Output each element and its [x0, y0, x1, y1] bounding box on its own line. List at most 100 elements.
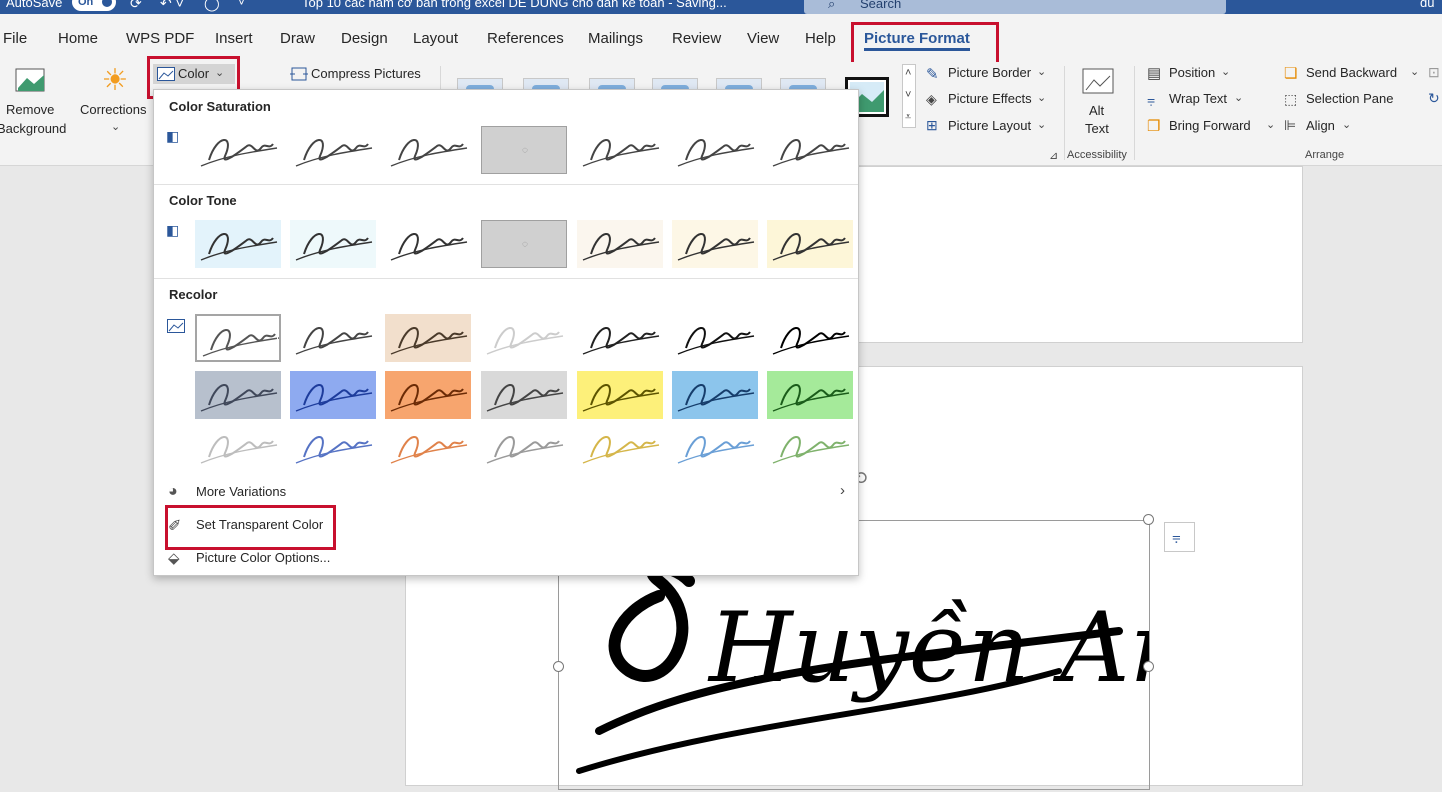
selection-pane-button[interactable]: Selection Pane [1306, 91, 1393, 106]
undo-icon[interactable]: ↶ ˅ [160, 0, 184, 12]
tab-layout[interactable]: Layout [413, 30, 458, 47]
tone-swatch[interactable] [767, 220, 853, 268]
bring-forward-button[interactable]: Bring Forward [1169, 118, 1251, 133]
picture-effects-button[interactable]: Picture Effects [948, 91, 1032, 106]
saturation-swatch[interactable] [767, 126, 853, 174]
resize-handle-right[interactable] [1143, 661, 1154, 672]
recolor-swatch[interactable] [672, 314, 758, 362]
tone-swatch[interactable] [385, 220, 471, 268]
tab-file[interactable]: File [3, 30, 27, 47]
compress-pictures-icon [290, 66, 308, 82]
color-saturation-title: Color Saturation [169, 99, 271, 114]
wrap-text-button[interactable]: Wrap Text [1169, 91, 1227, 106]
tab-insert[interactable]: Insert [215, 30, 253, 47]
corrections-icon[interactable]: ☀ [98, 64, 132, 98]
layout-options-button[interactable]: ⩦ [1164, 522, 1195, 552]
more-styles-icon[interactable]: ⩡ [905, 111, 911, 124]
alt-text-label-2[interactable]: Text [1085, 121, 1109, 136]
saturation-swatch[interactable]: ◌ [481, 126, 567, 174]
position-chevron-icon[interactable]: ⌄ [1221, 65, 1230, 78]
tone-swatch[interactable] [195, 220, 281, 268]
picture-layout-chevron-icon[interactable]: ⌄ [1037, 118, 1046, 131]
alt-text-label-1[interactable]: Alt [1089, 103, 1104, 118]
recolor-swatch[interactable] [195, 371, 281, 419]
remove-background-button[interactable] [14, 66, 48, 96]
tab-wps-pdf[interactable]: WPS PDF [126, 30, 194, 47]
recolor-swatch[interactable] [672, 371, 758, 419]
picture-color-options-label: Picture Color Options... [196, 550, 331, 565]
picture-border-chevron-icon[interactable]: ⌄ [1037, 65, 1046, 78]
bring-forward-chevron-icon[interactable]: ⌄ [1266, 118, 1275, 131]
wrap-text-chevron-icon[interactable]: ⌄ [1234, 91, 1243, 104]
dialog-launcher-icon[interactable]: ⊿ [1049, 149, 1058, 162]
recolor-swatch[interactable] [385, 423, 471, 471]
recolor-swatch[interactable] [290, 371, 376, 419]
recolor-swatch[interactable] [385, 314, 471, 362]
recolor-swatch[interactable] [577, 371, 663, 419]
recolor-swatch[interactable] [767, 314, 853, 362]
saturation-swatch[interactable] [577, 126, 663, 174]
recolor-swatch[interactable] [195, 314, 281, 362]
tab-design[interactable]: Design [341, 30, 388, 47]
saturation-swatch[interactable] [385, 126, 471, 174]
tab-draw[interactable]: Draw [280, 30, 315, 47]
recolor-swatch[interactable] [290, 314, 376, 362]
tone-swatch[interactable] [577, 220, 663, 268]
customize-qat-icon[interactable]: ˅ [238, 0, 245, 9]
recolor-swatch[interactable] [481, 371, 567, 419]
saturation-swatch[interactable] [672, 126, 758, 174]
picture-color-options-item[interactable]: ⬙ Picture Color Options... [168, 545, 848, 571]
picture-styles-scroll[interactable]: ˄ ˅ ⩡ [902, 64, 916, 128]
picture-border-button[interactable]: Picture Border [948, 65, 1031, 80]
position-button[interactable]: Position [1169, 65, 1215, 80]
alt-text-icon[interactable] [1082, 68, 1114, 98]
corrections-button[interactable]: Corrections [80, 102, 146, 117]
send-backward-button[interactable]: Send Backward [1306, 65, 1397, 80]
align-button[interactable]: Align [1306, 118, 1335, 133]
autosave-toggle[interactable]: On [72, 0, 116, 11]
recolor-swatch[interactable] [672, 423, 758, 471]
picture-effects-chevron-icon[interactable]: ⌄ [1037, 91, 1046, 104]
tab-review[interactable]: Review [672, 30, 721, 47]
user-name[interactable]: du [1420, 0, 1434, 10]
recolor-swatch[interactable] [577, 314, 663, 362]
resize-handle-left[interactable] [553, 661, 564, 672]
tone-swatch[interactable] [290, 220, 376, 268]
saturation-icon: ◧ [166, 128, 180, 144]
recolor-swatch[interactable] [767, 423, 853, 471]
send-backward-chevron-icon[interactable]: ⌄ [1410, 65, 1419, 78]
group-icon[interactable]: ⊡ [1428, 64, 1440, 81]
tab-view[interactable]: View [747, 30, 779, 47]
tab-help[interactable]: Help [805, 30, 836, 47]
saturation-swatch[interactable] [195, 126, 281, 174]
recolor-swatch[interactable] [767, 371, 853, 419]
tab-home[interactable]: Home [58, 30, 98, 47]
tab-mailings[interactable]: Mailings [588, 30, 643, 47]
recolor-swatch[interactable] [290, 423, 376, 471]
tone-swatch[interactable]: ◌ [481, 220, 567, 268]
picture-layout-button[interactable]: Picture Layout [948, 118, 1031, 133]
paint-bucket-icon: ⬙ [168, 550, 180, 567]
corrections-chevron-icon[interactable]: ⌄ [111, 120, 120, 133]
recolor-swatch[interactable] [481, 314, 567, 362]
scroll-up-icon[interactable]: ˄ [905, 67, 911, 79]
recolor-swatch[interactable] [577, 423, 663, 471]
redo-icon[interactable]: ◯ [204, 0, 220, 12]
search-box[interactable]: ⌕ Search [804, 0, 1226, 14]
recolor-swatch[interactable] [385, 371, 471, 419]
tab-references[interactable]: References [487, 30, 564, 47]
align-chevron-icon[interactable]: ⌄ [1342, 118, 1351, 131]
resize-handle-top-right[interactable] [1143, 514, 1154, 525]
selection-pane-icon: ⬚ [1284, 91, 1298, 107]
scroll-down-icon[interactable]: ˅ [905, 89, 911, 101]
save-icon[interactable]: ⟳ [130, 0, 142, 12]
rotate-icon[interactable]: ↻ [1428, 90, 1440, 107]
position-icon: ▤ [1147, 65, 1162, 82]
compress-pictures-button[interactable]: Compress Pictures [311, 66, 421, 81]
more-variations-item[interactable]: ◕ More Variations › [168, 479, 848, 505]
recolor-swatch[interactable] [481, 423, 567, 471]
tone-swatch[interactable] [672, 220, 758, 268]
recolor-swatch[interactable] [195, 423, 281, 471]
saturation-swatch[interactable] [290, 126, 376, 174]
loading-icon: ◌ [522, 239, 528, 250]
